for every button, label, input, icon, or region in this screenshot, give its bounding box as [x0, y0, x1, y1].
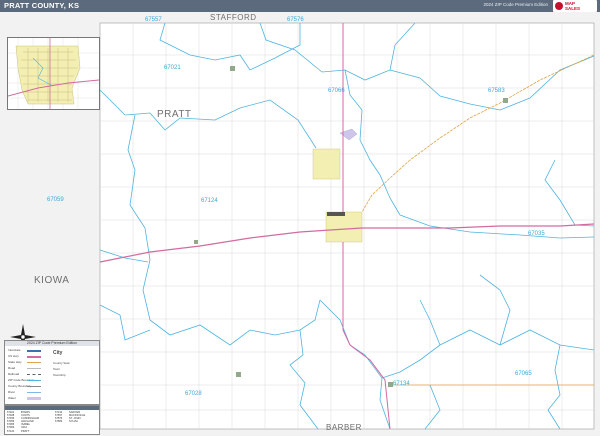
zip-label[interactable]: 67028: [185, 391, 202, 397]
zip-city-index-table: 67021 67028 67035 67059 67065 67066 67124 BY…: [4, 405, 100, 435]
legend-row: River: [8, 390, 16, 394]
zip-label[interactable]: 67134: [393, 381, 410, 387]
neighbor-county-stafford: STAFFORD: [210, 13, 257, 22]
neighbor-county-barber: BARBER: [326, 423, 362, 432]
table-header-bar: [5, 406, 99, 410]
legend-swatch: [27, 350, 41, 352]
zip-label[interactable]: 67576: [287, 17, 304, 23]
zip-label[interactable]: 67021: [164, 65, 181, 71]
legend-right-row: Township: [53, 373, 66, 377]
zip-label[interactable]: 67065: [515, 371, 532, 377]
zip-label[interactable]: 67059: [47, 197, 64, 203]
zip-label[interactable]: 67583: [488, 88, 505, 94]
map-title: PRATT COUNTY, KS: [4, 1, 80, 10]
zip-label[interactable]: 67124: [201, 198, 218, 204]
publisher-logo[interactable]: MAP SALES: [553, 0, 597, 12]
legend-swatch: [27, 356, 41, 358]
legend-row: Interstate: [8, 348, 21, 352]
legend-row: Railroad: [8, 372, 20, 376]
neighbor-county-kiowa: KIOWA: [34, 275, 70, 286]
legend-row: State Hwy: [8, 360, 22, 364]
legend-row: Water: [8, 396, 16, 400]
county-name-pratt: PRATT: [157, 109, 192, 120]
town-sylvia: [503, 98, 508, 103]
logo-wordmark: MAP SALES: [565, 1, 581, 11]
legend-swatch: [27, 397, 41, 400]
legend-swatch: [27, 386, 41, 387]
zip-label[interactable]: 67035: [528, 231, 545, 237]
legend-swatch: [27, 362, 41, 363]
city-pratt-airport: [327, 212, 345, 216]
town-byers: [230, 66, 235, 71]
map-legend: 2024 ZIP Code Premium Edition Interstate…: [4, 340, 100, 405]
town-haviland: [194, 240, 198, 244]
city-iuka: [312, 148, 341, 180]
legend-right-row: County Seat: [53, 361, 70, 365]
legend-swatch: [27, 380, 41, 381]
table-column: 67134 67557 67576 67583: [55, 411, 63, 424]
zip-label[interactable]: 67066: [328, 88, 345, 94]
edition-label: 2024 ZIP Code Premium Edition: [483, 2, 548, 7]
title-bar: PRATT COUNTY, KS 2024 ZIP Code Premium E…: [0, 0, 600, 12]
legend-row: US Hwy: [8, 354, 19, 358]
legend-row: Road: [8, 366, 16, 370]
table-column: 67021 67028 67035 67059 67065 67066 67124: [7, 411, 15, 433]
table-column: SAWYER MACKSVILLE ST. JOHN SYLVIA: [69, 411, 86, 424]
inset-canvas: [7, 38, 100, 109]
legend-right-row: Town: [53, 367, 61, 371]
town-coats: [236, 372, 241, 377]
city-pratt: [325, 211, 363, 243]
table-column: BYERS COATS CUNNINGHAM HAVILAND ISABEL IUKA …: [21, 411, 39, 433]
legend-swatch: [27, 374, 41, 375]
legend-title: 2024 ZIP Code Premium Edition: [5, 341, 99, 346]
pratt-city-inset-map[interactable]: [7, 37, 100, 110]
legend-swatch: [27, 368, 41, 369]
legend-swatch: [27, 392, 41, 393]
logo-icon: [555, 2, 563, 10]
zip-label[interactable]: 67557: [145, 17, 162, 23]
legend-city-label: City: [53, 350, 63, 356]
